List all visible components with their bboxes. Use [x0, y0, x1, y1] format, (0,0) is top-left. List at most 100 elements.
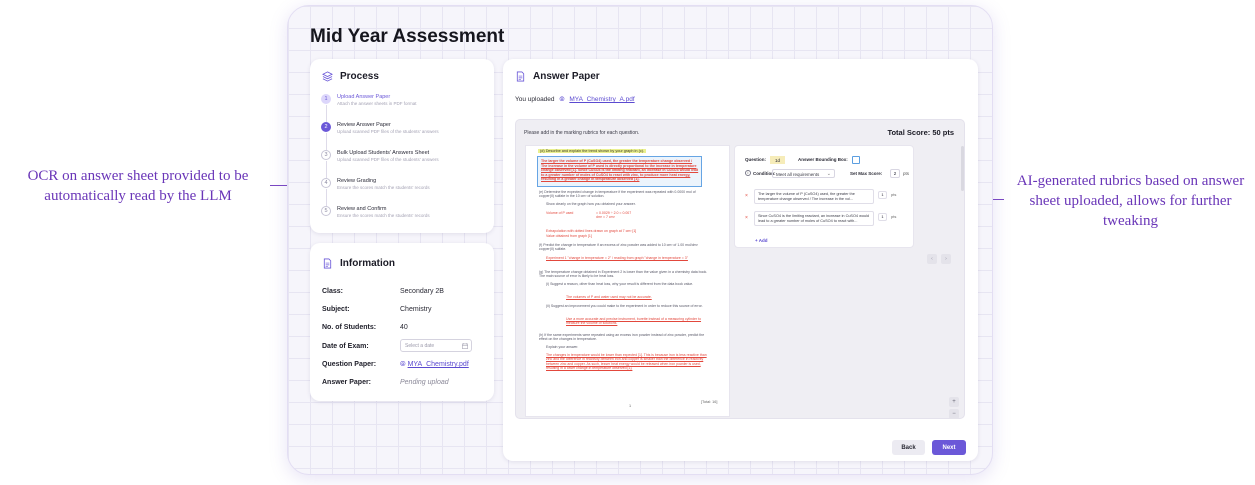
answer-h: The changes in temperature would be lowe…	[546, 353, 707, 371]
step-review-answer-paper[interactable]: 2 Review Answer Paper Upload scanned PDF…	[321, 120, 487, 150]
rubric-workspace: Please add in the marking rubrics for ea…	[515, 119, 965, 419]
step-number: 2	[321, 122, 331, 132]
info-date-label: Date of Exam:	[322, 343, 369, 350]
step-subtitle: Upload scanned PDF files of the students…	[337, 157, 439, 162]
step-title: Review Answer Paper	[337, 122, 391, 128]
condition-selected: Meet all requirements	[776, 172, 820, 177]
rubric-panel: Question: 1d Answer Bounding Box: i Cond…	[734, 145, 914, 248]
zoom-out-button[interactable]: −	[949, 409, 959, 419]
step-subtitle: Ensure the scores match the students' re…	[337, 213, 430, 218]
question-e: (e) Determine the expected change in tem…	[539, 190, 696, 199]
information-title: Information	[340, 258, 395, 269]
prev-question-button[interactable]: ‹	[927, 254, 937, 264]
uploaded-prefix: You uploaded	[515, 96, 555, 103]
criterion-text[interactable]: The larger the volume of P (CuSO4) used,…	[754, 189, 874, 204]
information-header: Information	[322, 258, 395, 269]
step-number: 5	[321, 206, 331, 216]
uploaded-file-row: You uploaded ⦾ MYA_Chemistry_A.pdf	[515, 96, 635, 104]
date-placeholder: Select a date	[405, 343, 435, 349]
answer-paper-card: Answer Paper You uploaded ⦾ MYA_Chemistr…	[503, 59, 978, 461]
answer-sheet-preview[interactable]: (d) Describe and explain the trend shown…	[525, 145, 730, 417]
page-title: Mid Year Assessment	[310, 26, 505, 47]
next-button[interactable]: Next	[932, 440, 966, 455]
criterion-unit: pts	[891, 214, 897, 219]
process-title: Process	[340, 71, 379, 82]
max-score-unit: pts	[903, 171, 910, 176]
info-question-file: ⦾ MYA_Chemistry.pdf	[400, 361, 469, 369]
app-window: Mid Year Assessment Process 1 Upload Ans…	[287, 5, 993, 475]
rubric-max-label: Set Max Score:	[850, 171, 883, 176]
answer-paper-title: Answer Paper	[533, 71, 600, 82]
answer-e-extrapolation: Extrapolation with dotted lines drawn on…	[546, 229, 637, 233]
uploaded-file-link[interactable]: MYA_Chemistry_A.pdf	[569, 96, 634, 103]
answer-bounding-box[interactable]: The larger the volume of P (CuSO4) used,…	[537, 156, 702, 187]
criterion-score[interactable]: 1	[878, 213, 887, 221]
criterion-text[interactable]: Since CuSO4 is the limiting reactant, an…	[754, 211, 874, 226]
step-number: 1	[321, 94, 331, 104]
callout-rubrics: AI-generated rubrics based on answer she…	[1016, 173, 1245, 229]
question-g: (g) The temperature change obtained in E…	[539, 270, 708, 279]
info-class-value: Secondary 2B	[400, 288, 444, 295]
chevron-down-icon: ⌄	[826, 171, 831, 177]
step-subtitle: Attach the answer sheets in PDF format	[337, 101, 417, 106]
info-answer-value: Pending upload	[400, 379, 449, 386]
answer-g-ii: Use a more accurate and precise instrume…	[566, 317, 702, 326]
highlighted-answer: The larger the volume of P (CuSO4) used,…	[541, 159, 699, 181]
back-button[interactable]: Back	[892, 440, 925, 455]
zoom-in-button[interactable]: +	[949, 397, 959, 407]
answer-e-volume: Volume of P used	[546, 211, 574, 215]
info-class-label: Class:	[322, 288, 344, 295]
criterion-unit: pts	[891, 192, 897, 197]
question-paper-link[interactable]: MYA_Chemistry.pdf	[408, 361, 469, 368]
rubric-bbox-label: Answer Bounding Box:	[798, 157, 848, 162]
calendar-icon	[462, 343, 468, 349]
rubric-criterion: × The larger the volume of P (CuSO4) use…	[745, 189, 905, 204]
information-card: Information Class: Secondary 2B Subject:…	[310, 243, 494, 401]
question-g-i: (i) Suggest a reason, other than heat lo…	[546, 282, 694, 286]
answer-e-calc: = 0.0029 ÷ 2.0 = 0.007 dm³ = 7 cm³	[596, 211, 632, 220]
rubric-criterion: × Since CuSO4 is the limiting reactant, …	[745, 211, 905, 226]
answer-paper-header: Answer Paper	[515, 71, 600, 82]
paperclip-icon: ⦾	[400, 361, 406, 368]
criterion-score[interactable]: 1	[878, 191, 887, 199]
total-score: Total Score: 50 pts	[887, 128, 954, 137]
info-icon: i	[745, 170, 751, 176]
question-f: (f) Predict the change in temperature if…	[539, 243, 698, 252]
step-subtitle: Ensure the scores match the students' re…	[337, 185, 430, 190]
next-question-button[interactable]: ›	[941, 254, 951, 264]
rubric-question-value[interactable]: 1d	[770, 156, 785, 164]
max-score-input[interactable]: 2	[890, 169, 900, 178]
process-steps: 1 Upload Answer Paper Attach the answer …	[321, 92, 487, 232]
info-subject-value: Chemistry	[400, 306, 432, 313]
add-criterion-button[interactable]: + Add	[755, 238, 767, 243]
rubric-instruction: Please add in the marking rubrics for ea…	[524, 130, 640, 136]
rubric-scrollbar[interactable]	[961, 146, 964, 191]
close-icon[interactable]: ×	[745, 193, 748, 199]
question-g-ii: (ii) Suggest an improvement you could ma…	[546, 304, 703, 308]
layers-icon	[322, 71, 333, 82]
answer-f: Experiment 1 "change in temperature = 2"…	[546, 256, 688, 260]
step-title: Upload Answer Paper	[337, 94, 391, 100]
page-number: 1	[629, 404, 632, 408]
step-bulk-upload[interactable]: 3 Bulk Upload Students' Answers Sheet Up…	[321, 148, 487, 178]
question-h-instruction: Explain your answer.	[546, 345, 579, 349]
document-icon	[323, 258, 332, 269]
process-card: Process 1 Upload Answer Paper Attach the…	[310, 59, 494, 233]
info-question-label: Question Paper:	[322, 361, 377, 368]
condition-select[interactable]: Meet all requirements ⌄	[772, 169, 835, 178]
answer-e-value: Value obtained from graph [1]	[546, 234, 592, 238]
date-picker-input[interactable]: Select a date	[400, 339, 472, 352]
question-tag: (d) Describe and explain the trend shown…	[538, 149, 647, 153]
stage: OCR on answer sheet provided to be autom…	[0, 0, 1255, 485]
step-number: 4	[321, 178, 331, 188]
info-students-label: No. of Students:	[322, 324, 377, 331]
info-answer-label: Answer Paper:	[322, 379, 372, 386]
step-title: Review Grading	[337, 178, 377, 184]
close-icon[interactable]: ×	[745, 215, 748, 221]
step-review-confirm[interactable]: 5 Review and Confirm Ensure the scores m…	[321, 204, 487, 232]
step-number: 3	[321, 150, 331, 160]
step-title: Bulk Upload Students' Answers Sheet	[337, 150, 430, 156]
step-upload-answer-paper[interactable]: 1 Upload Answer Paper Attach the answer …	[321, 92, 487, 122]
step-review-grading[interactable]: 4 Review Grading Ensure the scores match…	[321, 176, 487, 206]
bounding-box-icon[interactable]	[852, 156, 860, 164]
